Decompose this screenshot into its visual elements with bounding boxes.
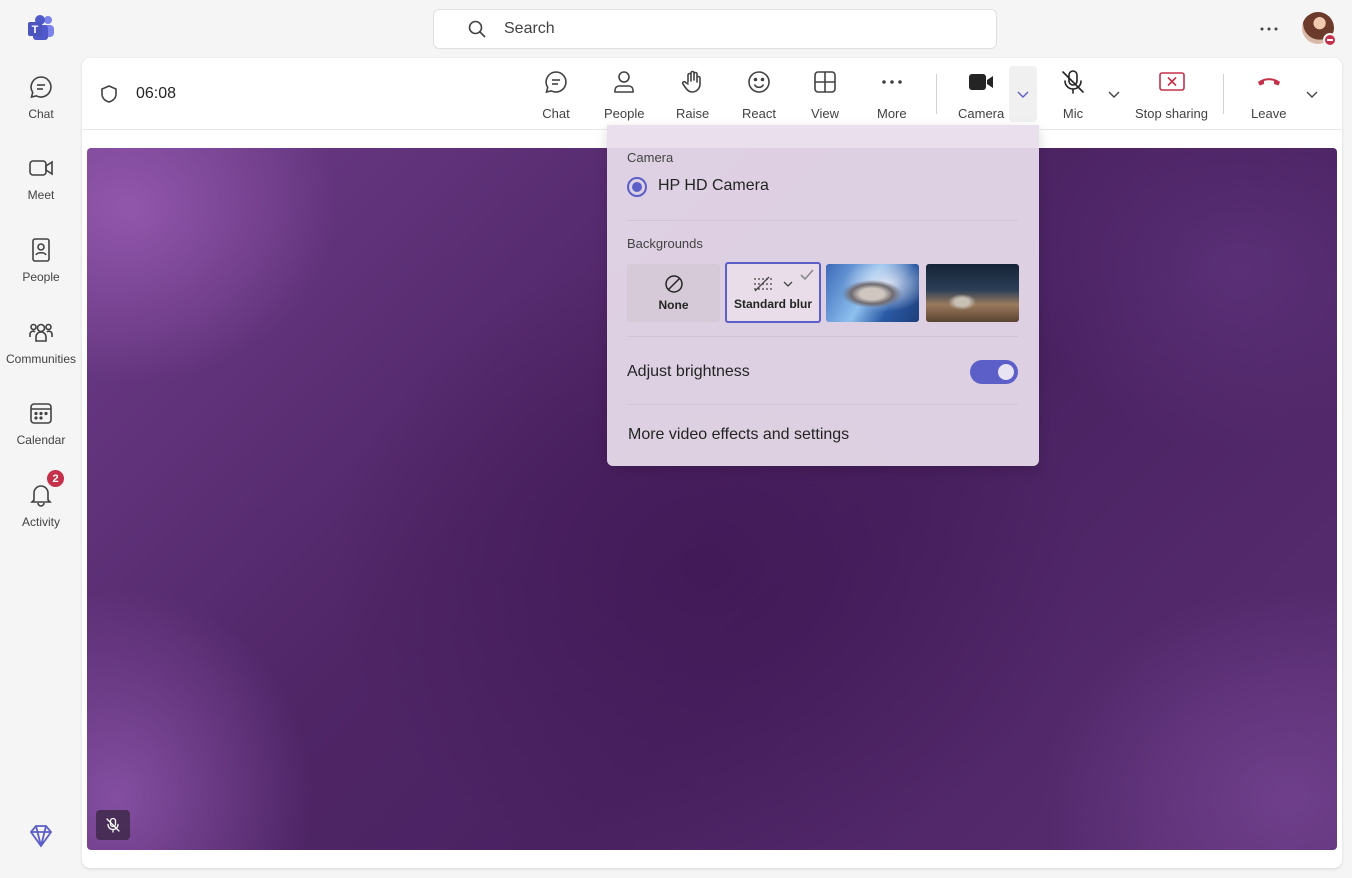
- diamond-icon[interactable]: [28, 823, 54, 849]
- bell-icon: 2: [27, 469, 65, 509]
- mic-off-icon: [96, 810, 130, 840]
- hang-up-icon: [1255, 68, 1283, 96]
- divider: [627, 404, 1018, 405]
- camera-radio-selected[interactable]: [627, 177, 647, 197]
- checkmark-icon: [800, 269, 814, 281]
- people-button[interactable]: People: [604, 68, 644, 124]
- stop-sharing-label: Stop sharing: [1135, 106, 1208, 121]
- mic-options-chevron[interactable]: [1100, 66, 1128, 122]
- rail-item-communities[interactable]: Communities: [0, 318, 82, 388]
- camera-device-name[interactable]: HP HD Camera: [658, 177, 769, 195]
- no-background-icon: [664, 275, 683, 293]
- divider: [627, 220, 1018, 221]
- meeting-timer: 06:08: [136, 85, 177, 102]
- more-video-effects-link[interactable]: More video effects and settings: [628, 426, 849, 444]
- mic-off-icon: [1059, 68, 1087, 96]
- grid-view-icon: [811, 68, 839, 96]
- rail-item-people[interactable]: People: [0, 236, 82, 306]
- rail-item-meet[interactable]: Meet: [0, 154, 82, 224]
- more-button-label: More: [877, 106, 907, 121]
- camera-options-menu: Camera HP HD Camera Backgrounds None Sta…: [607, 125, 1039, 466]
- camera-heading: Camera: [627, 150, 674, 165]
- chat-button-label: Chat: [542, 106, 570, 121]
- avatar[interactable]: [1302, 12, 1337, 47]
- rail-item-label: Communities: [5, 352, 77, 366]
- chevron-down-icon: [1017, 91, 1029, 98]
- toolbar-divider: [936, 74, 937, 114]
- shield-icon[interactable]: [99, 84, 119, 104]
- divider: [627, 336, 1018, 337]
- stop-share-icon: [1158, 68, 1186, 96]
- more-button[interactable]: More: [877, 68, 907, 124]
- search-bar[interactable]: [433, 9, 997, 49]
- background-none-tile[interactable]: None: [627, 264, 720, 322]
- react-button[interactable]: React: [742, 68, 776, 124]
- chat-icon: [542, 68, 570, 96]
- left-rail: T Chat Meet People Communities Calendar …: [0, 0, 82, 878]
- toolbar-divider: [1223, 74, 1224, 114]
- raise-hand-button[interactable]: Raise: [676, 68, 709, 124]
- presence-status-icon: [1323, 33, 1337, 47]
- raise-hand-icon: [679, 68, 707, 96]
- leave-options-chevron[interactable]: [1298, 66, 1326, 122]
- rail-item-activity[interactable]: 2 Activity: [0, 469, 82, 551]
- mic-button-label: Mic: [1062, 106, 1084, 121]
- search-input[interactable]: [504, 20, 944, 38]
- view-button-label: View: [811, 106, 839, 121]
- rail-item-chat[interactable]: Chat: [0, 73, 82, 143]
- smiley-icon: [745, 68, 773, 96]
- rail-item-label: People: [22, 270, 60, 284]
- raise-button-label: Raise: [676, 106, 710, 121]
- rail-item-label: Meet: [27, 188, 55, 202]
- adjust-brightness-label: Adjust brightness: [627, 363, 750, 380]
- rail-item-calendar[interactable]: Calendar: [0, 399, 82, 469]
- search-icon: [468, 20, 486, 38]
- video-camera-filled-icon: [967, 68, 995, 96]
- person-icon: [610, 68, 638, 96]
- view-button[interactable]: View: [811, 68, 839, 124]
- rail-item-label: Chat: [28, 107, 54, 121]
- background-blur-tile[interactable]: Standard blur: [725, 262, 821, 323]
- camera-button-label: Camera: [958, 106, 1005, 121]
- camera-options-chevron[interactable]: [1009, 66, 1037, 122]
- background-blur-label: Standard blur: [733, 296, 812, 311]
- video-camera-icon: [27, 154, 55, 182]
- teams-app: T Chat Meet People Communities Calendar …: [0, 0, 1352, 878]
- svg-text:T: T: [32, 24, 39, 36]
- background-image-desert-planet[interactable]: [926, 264, 1019, 322]
- chat-icon: [27, 73, 55, 101]
- mic-button[interactable]: Mic: [1059, 68, 1087, 124]
- more-dots-icon: [878, 68, 906, 96]
- leave-button[interactable]: Leave: [1251, 68, 1286, 124]
- background-image-space-ship[interactable]: [826, 264, 919, 322]
- background-none-label: None: [658, 298, 689, 312]
- react-button-label: React: [742, 106, 776, 121]
- communities-icon: [27, 318, 55, 346]
- people-button-label: People: [604, 106, 645, 121]
- backgrounds-heading: Backgrounds: [627, 236, 703, 251]
- rail-item-label: Activity: [21, 515, 60, 529]
- chat-button[interactable]: Chat: [542, 68, 570, 124]
- notification-badge: 2: [46, 469, 65, 488]
- meeting-toolbar: 06:08 Chat People Raise React View More …: [82, 58, 1342, 130]
- contact-book-icon: [27, 236, 55, 264]
- blur-icon: [754, 276, 772, 291]
- stop-sharing-button[interactable]: Stop sharing: [1135, 68, 1208, 124]
- teams-logo-icon[interactable]: T: [26, 14, 56, 42]
- rail-item-label: Calendar: [16, 433, 66, 447]
- camera-button[interactable]: Camera: [958, 68, 1004, 124]
- chevron-down-icon: [1306, 91, 1318, 98]
- chevron-down-icon[interactable]: [782, 278, 794, 290]
- leave-button-label: Leave: [1251, 106, 1287, 121]
- calendar-icon: [27, 399, 55, 427]
- more-options-icon[interactable]: [1258, 18, 1280, 40]
- adjust-brightness-toggle[interactable]: [970, 360, 1018, 384]
- chevron-down-icon: [1108, 91, 1120, 98]
